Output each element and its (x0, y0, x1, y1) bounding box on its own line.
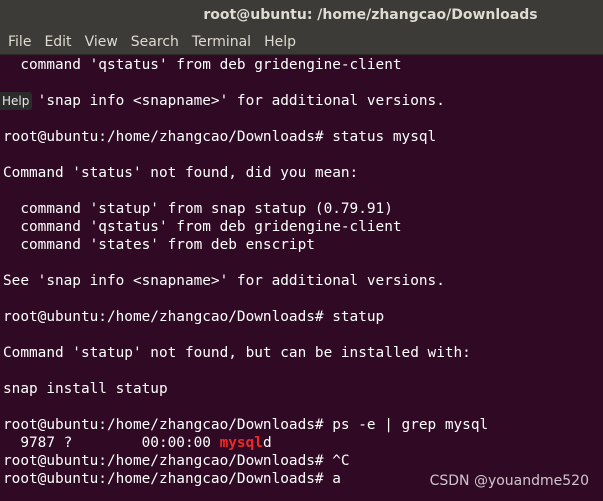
menu-edit[interactable]: Edit (44, 30, 71, 54)
terminal-line: command 'qstatus' from deb gridengine-cl… (3, 219, 402, 235)
csdn-watermark: CSDN @youandme520 (429, 473, 589, 489)
ps-output-line: 9787 ? 00:00:00 mysqld (3, 434, 488, 452)
terminal-output[interactable]: command 'qstatus' from deb gridengine-cl… (0, 55, 603, 501)
terminal-prompt-line: root@ubuntu:/home/zhangcao/Downloads# a (3, 471, 341, 487)
ps-output-suffix: d (262, 435, 272, 451)
help-tooltip: Help (0, 92, 33, 110)
terminal-line: command 'statup' from snap statup (0.79.… (3, 201, 393, 217)
menu-help[interactable]: Help (264, 30, 296, 54)
window-title[interactable]: root@ubuntu: /home/zhangcao/Downloads (0, 0, 603, 30)
terminal-line: Command 'status' not found, did you mean… (3, 165, 359, 181)
grep-match-highlight: mysql (219, 435, 263, 451)
menu-bar: File Edit View Search Terminal Help (0, 30, 603, 55)
terminal-line: command 'qstatus' from deb gridengine-cl… (3, 57, 402, 73)
terminal-lines: command 'qstatus' from deb gridengine-cl… (3, 56, 488, 488)
terminal-line: root@ubuntu:/home/zhangcao/Downloads# st… (3, 309, 385, 325)
menu-search[interactable]: Search (131, 30, 179, 54)
ps-output-prefix: 9787 ? 00:00:00 (3, 435, 220, 451)
terminal-line: root@ubuntu:/home/zhangcao/Downloads# ps… (3, 417, 489, 433)
terminal-line: Command 'statup' not found, but can be i… (3, 345, 471, 361)
terminal-window: root@ubuntu: /home/zhangcao/Downloads Fi… (0, 0, 603, 501)
terminal-line: root@ubuntu:/home/zhangcao/Downloads# st… (3, 129, 437, 145)
terminal-line: root@ubuntu:/home/zhangcao/Downloads# ^C (3, 453, 350, 469)
terminal-line: See 'snap info <snapname>' for additiona… (3, 93, 445, 109)
menu-file[interactable]: File (8, 30, 31, 54)
terminal-line: snap install statup (3, 381, 168, 397)
terminal-line: command 'states' from deb enscript (3, 237, 315, 253)
menu-view[interactable]: View (85, 30, 118, 54)
terminal-line: See 'snap info <snapname>' for additiona… (3, 273, 445, 289)
menu-terminal[interactable]: Terminal (192, 30, 251, 54)
